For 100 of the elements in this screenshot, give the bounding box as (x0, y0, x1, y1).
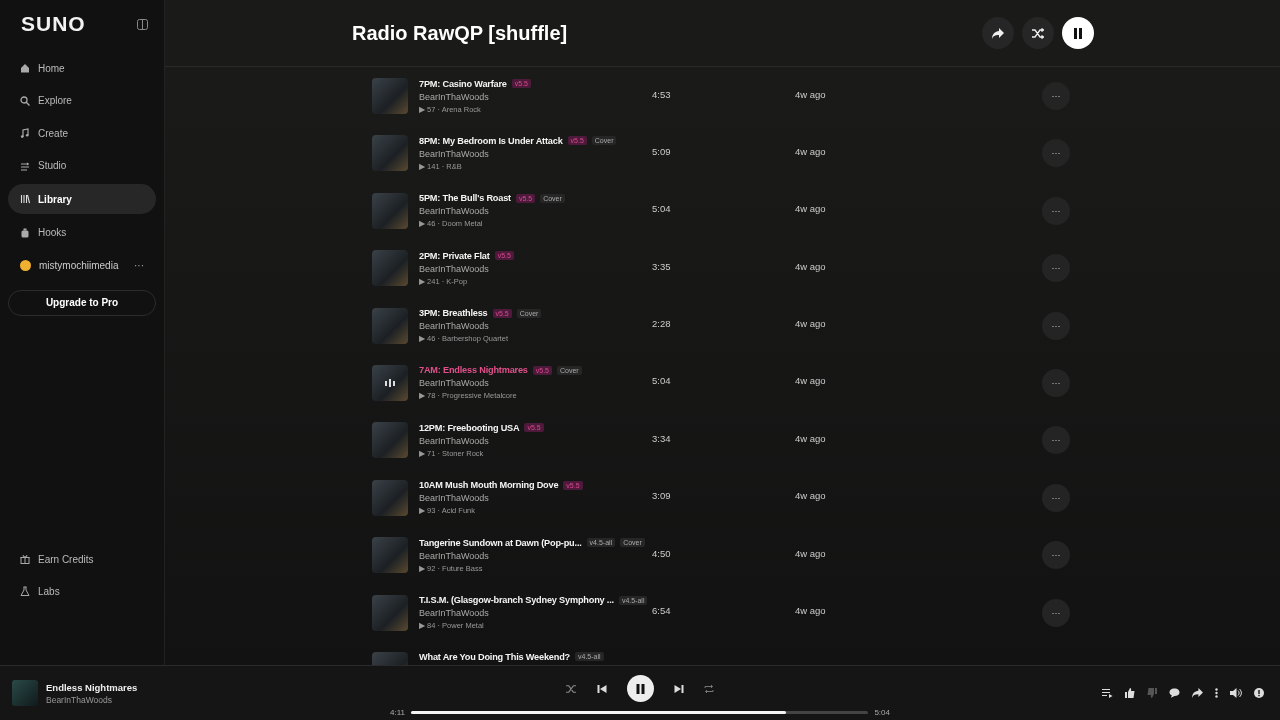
artist-name[interactable]: BearInThaWoods (419, 321, 652, 332)
music-note-icon (20, 128, 30, 138)
date-added: 4w ago (795, 605, 827, 616)
song-title[interactable]: T.I.S.M. (Glasgow-branch Sydney Symphony ... (419, 595, 614, 605)
artist-name[interactable]: BearInThaWoods (419, 550, 652, 561)
song-title[interactable]: 3PM: Breathless (419, 308, 488, 319)
date-added: 4w ago (795, 260, 827, 272)
comment-icon[interactable] (1169, 688, 1180, 698)
thumbs-down-icon[interactable] (1147, 688, 1157, 698)
more-button[interactable]: ··· (1042, 368, 1070, 397)
more-button[interactable]: ··· (1042, 541, 1070, 570)
artist-name[interactable]: BearInThaWoods (419, 148, 652, 159)
song-title[interactable]: What Are You Doing This Weekend? (419, 651, 570, 662)
duration: 3:34 (652, 432, 672, 444)
gift-icon (20, 554, 30, 564)
volume-icon[interactable] (1230, 688, 1242, 698)
song-title[interactable]: 5PM: The Bull's Roast (419, 193, 511, 204)
duration: 4:53 (652, 88, 672, 100)
thumbs-up-icon[interactable] (1125, 688, 1135, 698)
queue-icon[interactable] (1102, 688, 1113, 698)
more-vertical-icon[interactable] (1215, 688, 1218, 698)
sidebar-item[interactable]: Explore (8, 86, 156, 115)
progress-bar[interactable] (411, 711, 869, 714)
song-title[interactable]: 7PM: Casino Warfare (419, 78, 507, 89)
sidebar-item[interactable]: Labs (8, 577, 156, 605)
sidebar-item[interactable]: Library (8, 184, 156, 214)
next-icon[interactable] (674, 683, 684, 694)
more-button[interactable]: ··· (1042, 196, 1070, 225)
flask-icon (20, 586, 30, 596)
cover-art-placeholder[interactable] (372, 364, 408, 401)
avatar[interactable] (20, 259, 31, 271)
logo[interactable]: SUNO (21, 12, 86, 36)
song-title[interactable]: Tangerine Sundown at Dawn (Pop-pu... (419, 537, 582, 548)
now-playing-artist[interactable]: BearInThaWoods (46, 694, 138, 705)
shuffle-icon (1032, 27, 1044, 39)
sidebar-item[interactable]: Home (8, 54, 156, 82)
more-button[interactable]: ··· (1042, 139, 1070, 168)
previous-icon[interactable] (597, 683, 607, 694)
artist-name[interactable]: BearInThaWoods (419, 608, 652, 618)
total-time: 5:04 (874, 708, 890, 717)
share-button[interactable] (982, 17, 1014, 49)
info-icon[interactable] (1254, 688, 1264, 698)
artist-name[interactable]: BearInThaWoods (419, 493, 652, 504)
sidebar-toggle-icon[interactable] (137, 18, 148, 30)
share-icon (992, 27, 1004, 39)
duration: 3:09 (652, 490, 672, 502)
repeat-icon[interactable] (704, 683, 714, 694)
song-title[interactable]: 10AM Mush Mouth Morning Dove (419, 480, 559, 491)
sidebar-item[interactable]: Earn Credits (8, 545, 156, 573)
date-added: 4w ago (795, 145, 827, 157)
sliders-icon (20, 160, 30, 171)
more-button[interactable]: ··· (1042, 426, 1070, 455)
song-title[interactable]: 7AM: Endless Nightmares (419, 365, 528, 376)
share-icon[interactable] (1192, 688, 1203, 698)
date-added: 4w ago (795, 490, 827, 502)
pause-button[interactable] (1062, 17, 1094, 49)
artist-name[interactable]: BearInThaWoods (419, 378, 652, 389)
more-button[interactable]: ··· (1042, 254, 1070, 283)
artist-name[interactable]: BearInThaWoods (419, 91, 652, 102)
library-icon (20, 194, 30, 204)
sidebar-item[interactable]: Studio (8, 151, 156, 180)
upgrade-button[interactable]: Upgrade to Pro (8, 289, 156, 316)
date-added: 4w ago (795, 547, 827, 559)
duration: 3:35 (652, 260, 672, 272)
duration: 6:54 (652, 605, 672, 616)
now-playing-title[interactable]: Endless Nightmares (46, 681, 138, 693)
shuffle-icon[interactable] (566, 683, 577, 694)
sidebar-item[interactable]: Create (8, 119, 156, 147)
artist-name[interactable]: BearInThaWoods (419, 206, 652, 217)
sidebar-item[interactable]: Hooks (8, 218, 156, 247)
artist-name[interactable]: BearInThaWoods (419, 435, 652, 446)
username[interactable]: mistymochiimedia (39, 259, 126, 271)
playlist-title: Radio RawQP [shuffle] (352, 21, 568, 45)
more-button[interactable]: ··· (1042, 82, 1070, 110)
shuffle-button[interactable] (1022, 17, 1054, 49)
date-added: 4w ago (795, 88, 827, 100)
song-title[interactable]: 8PM: My Bedroom Is Under Attack (419, 135, 563, 146)
pause-button[interactable] (627, 675, 654, 702)
pause-icon (636, 683, 645, 694)
search-icon (20, 95, 30, 106)
home-icon (20, 63, 30, 73)
artist-name[interactable]: BearInThaWoods (419, 263, 652, 274)
song-title[interactable]: 2PM: Private Flat (419, 250, 490, 261)
elapsed-time: 4:11 (390, 708, 405, 717)
date-added: 4w ago (795, 318, 827, 330)
duration: 5:09 (652, 145, 672, 157)
duration: 5:04 (652, 203, 672, 215)
duration: 2:28 (652, 318, 672, 330)
date-added: 4w ago (795, 375, 827, 387)
duration: 4:50 (652, 547, 672, 559)
playing-bars-icon (384, 377, 396, 388)
pause-icon (1073, 27, 1083, 39)
date-added: 4w ago (795, 432, 827, 444)
more-button[interactable]: ··· (1042, 483, 1070, 512)
date-added: 4w ago (795, 203, 827, 215)
song-title[interactable]: 12PM: Freebooting USA (419, 422, 520, 433)
more-button[interactable]: ··· (1042, 598, 1070, 627)
more-button[interactable]: ··· (1042, 311, 1070, 340)
more-button[interactable]: ··· (134, 259, 144, 271)
duration: 5:04 (652, 375, 672, 387)
